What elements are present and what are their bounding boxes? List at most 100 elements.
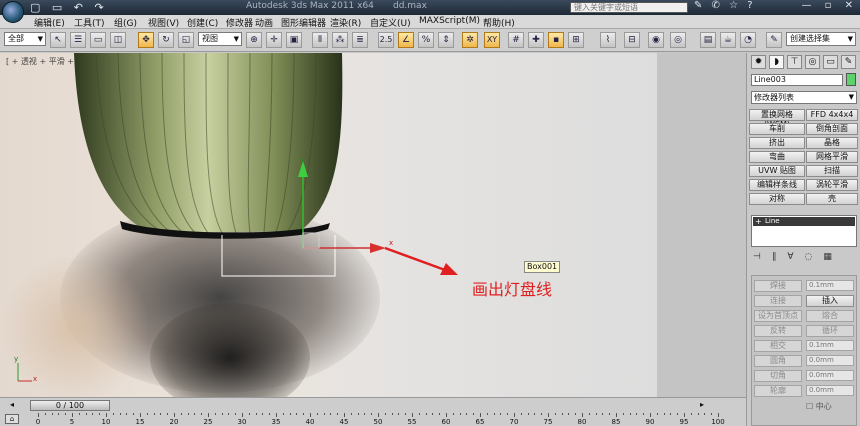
menu-customize[interactable]: 自定义(U) — [370, 16, 411, 29]
rect-selection-icon[interactable]: ▭ — [90, 32, 106, 48]
fuse-button[interactable]: 熔合 — [806, 310, 854, 322]
hierarchy-tab-icon[interactable]: ⊤ — [787, 55, 802, 69]
menu-group[interactable]: 组(G) — [114, 16, 137, 29]
render-active-icon[interactable]: ◔ — [740, 32, 756, 48]
help-search-input[interactable]: 键入关键字或短语 — [570, 2, 688, 13]
modifier-button-turbosmooth[interactable]: 涡轮平滑 — [806, 179, 858, 191]
select-manipulate-icon[interactable]: ✛ — [266, 32, 282, 48]
schematic-view-icon[interactable]: ⊟ — [624, 32, 640, 48]
motion-tab-icon[interactable]: ◎ — [805, 55, 820, 69]
weld-button[interactable]: 焊接 — [754, 280, 802, 292]
window-controls[interactable]: — ▫ ✕ — [801, 0, 858, 11]
modifier-button-displace-mesh[interactable]: 置换网格 (WSM) — [749, 109, 805, 129]
modifier-list-dropdown[interactable]: 修改器列表 ▼ — [751, 91, 857, 104]
menu-tools[interactable]: 工具(T) — [74, 16, 105, 29]
endpoint-snap-icon[interactable]: ▪ — [548, 32, 564, 48]
modify-tab-icon[interactable]: ◗ — [769, 55, 784, 69]
selection-filter-dropdown[interactable]: 全部 ▼ — [4, 32, 46, 46]
midpoint-snap-icon[interactable]: ⊞ — [568, 32, 584, 48]
align-icon[interactable]: ⁂ — [332, 32, 348, 48]
modifier-button-extrude[interactable]: 挤出 — [749, 137, 805, 149]
curve-editor-icon[interactable]: ⌇ — [600, 32, 616, 48]
pin-stack-icon[interactable]: ⊣ — [753, 252, 772, 262]
connect-button[interactable]: 连接 — [754, 295, 802, 307]
remove-modifier-icon[interactable]: ◌ — [805, 252, 824, 262]
modifier-button-edit-spline[interactable]: 编辑样条线 — [749, 179, 805, 191]
rotate-icon[interactable]: ↻ — [158, 32, 174, 48]
scale-icon[interactable]: ◱ — [178, 32, 194, 48]
spinner-snap-icon[interactable]: ⇕ — [438, 32, 454, 48]
time-slider[interactable]: 0 / 100 — [30, 400, 110, 411]
stack-item-line[interactable]: Line — [753, 217, 855, 226]
create-tab-icon[interactable]: ✹ — [751, 55, 766, 69]
layer-manager-icon[interactable]: ≣ — [352, 32, 368, 48]
menu-animation[interactable]: 动画 — [255, 16, 273, 29]
cycle-button[interactable]: 循环 — [806, 325, 854, 337]
modifier-button-sweep[interactable]: 扫描 — [806, 165, 858, 177]
make-first-button[interactable]: 设为首顶点 — [754, 310, 802, 322]
quick-access-toolbar[interactable]: ▢ ▭ ↶ ↷ — [30, 1, 108, 14]
weld-threshold-spinner[interactable]: 0.1mm — [806, 280, 854, 291]
menu-edit[interactable]: 编辑(E) — [34, 16, 65, 29]
track-bar-toggle-icon[interactable]: ⌂ — [5, 414, 19, 424]
infocenter-icons[interactable]: ✎ ✆ ☆ ? — [694, 0, 756, 11]
move-icon[interactable]: ✥ — [138, 32, 154, 48]
modifier-button-meshsmooth[interactable]: 网格平滑 — [806, 151, 858, 163]
object-color-swatch[interactable] — [846, 73, 856, 86]
crossinsert-button[interactable]: 相交 — [754, 340, 802, 352]
menu-rendering[interactable]: 渲染(R) — [330, 16, 361, 29]
snap-settings-icon[interactable]: ✲ — [462, 32, 478, 48]
vertex-snap-icon[interactable]: ✚ — [528, 32, 544, 48]
perspective-viewport[interactable]: [ + 透视 + 平滑 + 高光 ] y x y x Box001 画出灯盘线 — [0, 53, 657, 397]
modifier-button-ffd[interactable]: FFD 4x4x4 — [806, 109, 858, 121]
menu-views[interactable]: 视图(V) — [148, 16, 179, 29]
display-tab-icon[interactable]: ▭ — [823, 55, 838, 69]
timeline-prev-icon[interactable]: ◂ — [10, 400, 14, 409]
utilities-tab-icon[interactable]: ✎ — [841, 55, 856, 69]
modifier-button-shell[interactable]: 壳 — [806, 193, 858, 205]
select-by-name-icon[interactable]: ☰ — [70, 32, 86, 48]
timeline-next-icon[interactable]: ▸ — [700, 400, 704, 409]
select-object-icon[interactable]: ↖ — [50, 32, 66, 48]
reference-coord-dropdown[interactable]: 视图 ▼ — [198, 32, 242, 46]
chamfer-spinner[interactable]: 0.0mm — [806, 370, 854, 381]
outline-button[interactable]: 轮廓 — [754, 385, 802, 397]
named-selection-dropdown[interactable]: 创建选择集 ▼ — [786, 32, 856, 46]
menu-maxscript[interactable]: MAXScript(M) — [419, 16, 480, 26]
menu-graph-editors[interactable]: 图形编辑器 — [281, 16, 326, 29]
crossinsert-spinner[interactable]: 0.1mm — [806, 340, 854, 351]
quick-render-icon[interactable]: ☕ — [720, 32, 736, 48]
menu-modifiers[interactable]: 修改器 — [226, 16, 253, 29]
axis-constraint-button[interactable]: XY — [484, 32, 500, 48]
percent-snap-icon[interactable]: % — [418, 32, 434, 48]
window-crossing-icon[interactable]: ◫ — [110, 32, 126, 48]
show-end-result-icon[interactable]: ∥ — [772, 252, 788, 262]
object-name-input[interactable]: Line003 — [751, 74, 843, 86]
snap-toggle-button[interactable]: 2.5 — [378, 32, 394, 48]
fillet-spinner[interactable]: 0.0mm — [806, 355, 854, 366]
app-logo-icon[interactable] — [2, 1, 24, 23]
edit-named-selection-icon[interactable]: ✎ — [766, 32, 782, 48]
material-editor-icon[interactable]: ◉ — [648, 32, 664, 48]
keyboard-shortcut-icon[interactable]: ▣ — [286, 32, 302, 48]
configure-sets-icon[interactable]: ▦ — [823, 252, 843, 262]
modifier-button-bevel-profile[interactable]: 倒角剖面 — [806, 123, 858, 135]
menu-create[interactable]: 创建(C) — [187, 16, 218, 29]
render-setup-icon[interactable]: ◎ — [670, 32, 686, 48]
center-checkbox[interactable]: ☐ 中心 — [806, 401, 832, 412]
modifier-button-symmetry[interactable]: 对称 — [749, 193, 805, 205]
angle-snap-icon[interactable]: ∠ — [398, 32, 414, 48]
grid-snap-icon[interactable]: # — [508, 32, 524, 48]
insert-button[interactable]: 插入 — [806, 295, 854, 307]
modifier-button-bend[interactable]: 弯曲 — [749, 151, 805, 163]
fillet-button[interactable]: 圆角 — [754, 355, 802, 367]
modifier-button-uvw-map[interactable]: UVW 贴图 — [749, 165, 805, 177]
outline-spinner[interactable]: 0.0mm — [806, 385, 854, 396]
pivot-center-icon[interactable]: ⊕ — [246, 32, 262, 48]
chamfer-button[interactable]: 切角 — [754, 370, 802, 382]
modifier-button-lattice[interactable]: 晶格 — [806, 137, 858, 149]
modifier-button-lathe[interactable]: 车削 — [749, 123, 805, 135]
reverse-button[interactable]: 反转 — [754, 325, 802, 337]
mirror-icon[interactable]: ⫴ — [312, 32, 328, 48]
make-unique-icon[interactable]: ∀ — [787, 252, 804, 262]
